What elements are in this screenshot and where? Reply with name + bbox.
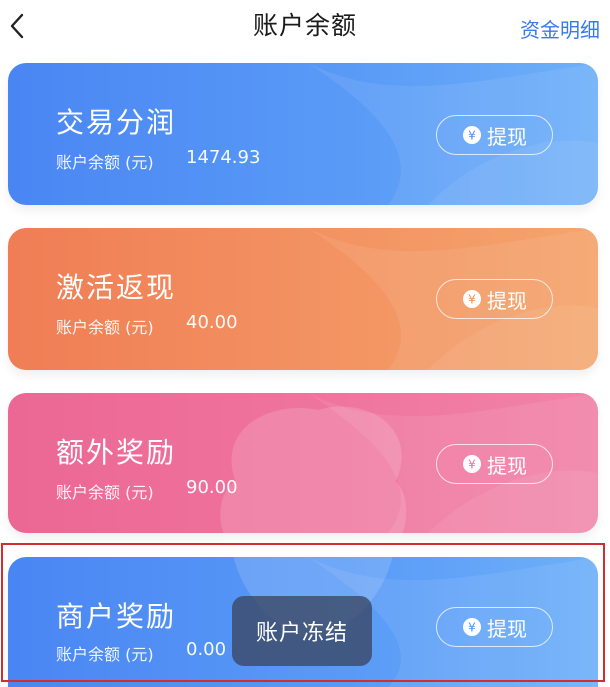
withdraw-button[interactable]: ¥ 提现 [436,444,553,484]
svg-text:¥: ¥ [468,458,476,472]
balance-value: 90.00 [186,477,238,498]
withdraw-label: 提现 [487,288,527,313]
svg-text:¥: ¥ [468,293,476,307]
card-title: 额外奖励 [56,436,177,469]
svg-text:¥: ¥ [468,621,476,635]
toast-message: 账户冻结 [232,596,372,666]
balance-label: 账户余额 (元) [56,645,154,664]
yen-coin-icon: ¥ [463,290,481,308]
balance-card-trade-share: 交易分润 账户余额 (元) 1474.93 ¥ 提现 [8,63,598,205]
balance-card-activation-cashback: 激活返现 账户余额 (元) 40.00 ¥ 提现 [8,228,598,370]
yen-coin-icon: ¥ [463,618,481,636]
balance-value: 0.00 [186,639,227,660]
withdraw-label: 提现 [487,124,527,149]
yen-coin-icon: ¥ [463,126,481,144]
balance-label: 账户余额 (元) [56,318,154,337]
withdraw-button[interactable]: ¥ 提现 [436,115,553,155]
card-title: 商户奖励 [56,600,177,633]
withdraw-label: 提现 [487,453,527,478]
balance-label: 账户余额 (元) [56,483,154,502]
withdraw-label: 提现 [487,616,527,641]
card-title: 激活返现 [56,271,177,304]
withdraw-button[interactable]: ¥ 提现 [436,279,553,319]
card-title: 交易分润 [56,106,177,139]
balance-card-extra-reward: 额外奖励 账户余额 (元) 90.00 ¥ 提现 [8,393,598,533]
fund-details-link[interactable]: 资金明细 [520,14,600,43]
yen-coin-icon: ¥ [463,455,481,473]
page-title: 账户余额 [252,11,357,40]
nav-header: 账户余额 资金明细 [0,0,610,56]
balance-label: 账户余额 (元) [56,153,154,172]
svg-text:¥: ¥ [468,129,476,143]
withdraw-button[interactable]: ¥ 提现 [436,607,553,647]
balance-value: 1474.93 [186,147,261,168]
balance-value: 40.00 [186,312,238,333]
